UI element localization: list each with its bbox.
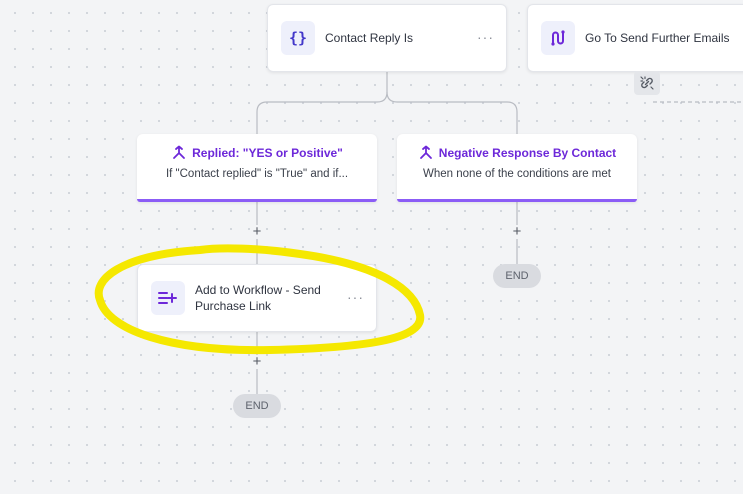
node-title: Contact Reply Is — [325, 31, 414, 45]
branch-title: Negative Response By Contact — [438, 146, 617, 160]
node-menu-button[interactable]: ··· — [347, 289, 364, 305]
split-icon — [419, 145, 432, 159]
branch-title: Replied: "YES or Positive" — [192, 146, 343, 160]
split-icon — [173, 145, 186, 159]
add-step-button[interactable]: + — [250, 354, 264, 369]
end-node: END — [233, 394, 281, 418]
curly-braces-icon: {} — [281, 21, 315, 55]
node-title: Add to Workflow - Send Purchase Link — [195, 283, 321, 313]
connector-lines — [256, 72, 743, 394]
add-step-button[interactable]: + — [250, 224, 264, 239]
contact-reply-node[interactable]: {} Contact Reply Is ··· — [267, 4, 507, 72]
route-icon — [541, 21, 575, 55]
branch-replied-yes[interactable]: Replied: "YES or Positive" If "Contact r… — [137, 134, 377, 202]
go-to-node[interactable]: Go To Send Further Emails — [527, 4, 743, 72]
branch-description: If "Contact replied" is "True" and if... — [165, 168, 349, 180]
end-node: END — [493, 264, 541, 288]
add-step-button[interactable]: + — [510, 224, 524, 239]
node-title: Go To Send Further Emails — [585, 31, 730, 45]
branch-negative-response[interactable]: Negative Response By Contact When none o… — [397, 134, 637, 202]
workflow-canvas[interactable]: {} Contact Reply Is ··· Go To Send Furth… — [0, 0, 743, 494]
branch-description: When none of the conditions are met — [423, 168, 611, 180]
node-menu-button[interactable]: ··· — [477, 29, 494, 45]
add-to-workflow-node[interactable]: Add to Workflow - Send Purchase Link ··· — [137, 264, 377, 332]
add-list-icon — [151, 281, 185, 315]
unlink-icon[interactable] — [634, 71, 660, 95]
